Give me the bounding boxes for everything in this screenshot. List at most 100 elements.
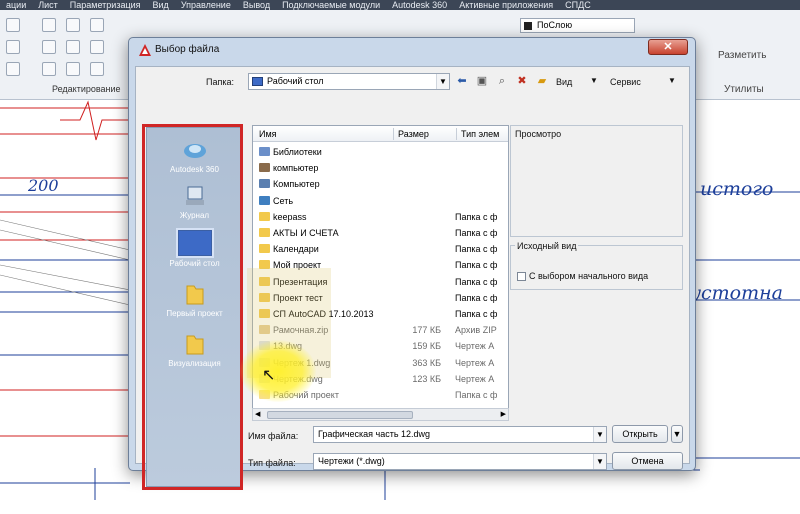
- column-type[interactable]: Тип элем: [461, 129, 499, 139]
- ribbon-tool-icon[interactable]: [6, 62, 20, 76]
- file-name: Компьютер: [273, 179, 320, 190]
- file-list-header: Имя Размер Тип элем: [253, 126, 508, 142]
- service-chevron-icon: ▼: [668, 76, 676, 85]
- file-row[interactable]: keepass Папка с ф: [253, 209, 508, 225]
- folder-combo[interactable]: Рабочий стол ▼: [248, 73, 450, 90]
- scroll-right-icon[interactable]: ▶: [501, 410, 506, 418]
- initial-view-checkbox[interactable]: [517, 272, 526, 281]
- service-menu-button[interactable]: Сервис: [610, 77, 641, 87]
- ribbon-tab[interactable]: Вывод: [237, 0, 276, 10]
- file-type: Папка с ф: [455, 228, 498, 238]
- ribbon-tab[interactable]: Активные приложения: [453, 0, 559, 10]
- filetype-label: Тип файла:: [248, 458, 296, 468]
- file-row[interactable]: Проект тест Папка с ф: [253, 290, 508, 306]
- folder-combo-value: Рабочий стол: [267, 76, 324, 86]
- delete-button[interactable]: ✖: [514, 73, 530, 89]
- up-folder-button[interactable]: ▣: [474, 73, 490, 89]
- filename-label: Имя файла:: [248, 431, 299, 441]
- file-size: 177 КБ: [412, 325, 441, 336]
- file-name: СП AutoCAD 17.10.2013: [273, 309, 374, 319]
- folder-icon: [259, 292, 270, 302]
- ribbon-tab[interactable]: ации: [0, 0, 32, 10]
- preview-pane: Просмотро: [510, 125, 683, 237]
- preview-label: Просмотро: [515, 129, 562, 139]
- file-row[interactable]: АКТЫ И СЧЕТА Папка с ф: [253, 225, 508, 241]
- file-row[interactable]: Презентация Папка с ф: [253, 274, 508, 290]
- file-name: АКТЫ И СЧЕТА: [273, 228, 339, 238]
- initial-view-group: Исходный вид С выбором начального вида: [510, 241, 683, 290]
- open-options-button[interactable]: ▼: [671, 425, 683, 443]
- folder-icon: [259, 228, 270, 237]
- initial-view-checkbox-label: С выбором начального вида: [529, 271, 649, 281]
- file-row[interactable]: компьютер: [253, 160, 508, 176]
- folder-icon: [259, 276, 270, 286]
- file-row[interactable]: Мой проект Папка с ф: [253, 257, 508, 273]
- scroll-left-icon[interactable]: ◀: [255, 410, 260, 418]
- ribbon-tab[interactable]: Подключаемые модули: [276, 0, 386, 10]
- dialog-title: Выбор файла: [155, 44, 220, 55]
- close-button[interactable]: ✕: [648, 39, 688, 55]
- file-list-hscrollbar[interactable]: ◀ ▶: [252, 408, 509, 421]
- dimension-200: 200: [28, 176, 59, 195]
- layer-combo[interactable]: ПоСлою: [520, 18, 635, 33]
- cursor-highlight: [240, 340, 316, 402]
- ribbon-tool-icon[interactable]: [6, 18, 20, 32]
- back-button[interactable]: ⬅: [454, 73, 470, 89]
- ribbon-tab[interactable]: Autodesk 360: [386, 0, 453, 10]
- computer-icon: [259, 179, 270, 189]
- close-icon: ✕: [663, 41, 673, 53]
- ribbon-tab[interactable]: Управление: [175, 0, 237, 10]
- initial-view-label: Исходный вид: [515, 241, 579, 251]
- new-folder-button[interactable]: ▰: [534, 73, 550, 89]
- file-name: Сеть: [273, 195, 294, 206]
- dialog-titlebar[interactable]: Выбор файла ✕: [129, 38, 695, 62]
- ribbon-group-edit-label: Редактирование: [52, 84, 121, 94]
- file-type: Папка с ф: [455, 244, 498, 255]
- file-row[interactable]: Библиотеки: [253, 144, 508, 160]
- drawing-text-2: устотна: [690, 282, 783, 304]
- file-type: Папка с ф: [455, 309, 498, 319]
- column-size[interactable]: Размер: [398, 129, 429, 139]
- file-size: 363 КБ: [412, 357, 441, 368]
- scroll-thumb[interactable]: [267, 411, 413, 419]
- ribbon-tool-icon[interactable]: [42, 62, 56, 76]
- ribbon-tool-icon[interactable]: [42, 18, 56, 32]
- file-type: Папка с ф: [455, 211, 498, 222]
- cancel-button[interactable]: Отмена: [612, 452, 683, 470]
- ribbon-tab[interactable]: СПДС: [559, 0, 597, 10]
- ribbon-tool-icon[interactable]: [90, 40, 104, 54]
- ribbon-tool-icon[interactable]: [42, 40, 56, 54]
- ribbon-tab[interactable]: Параметризация: [64, 0, 147, 10]
- column-name[interactable]: Имя: [259, 129, 277, 139]
- file-row[interactable]: Сеть: [253, 193, 508, 209]
- ribbon-tab[interactable]: Лист: [32, 0, 64, 10]
- view-menu-button[interactable]: Вид: [556, 77, 572, 87]
- ribbon-tool-icon[interactable]: [66, 40, 80, 54]
- file-name: Проект тест: [273, 292, 323, 303]
- file-type: Чертеж А: [455, 341, 495, 352]
- measure-button[interactable]: Разметить: [718, 50, 766, 61]
- file-name: Презентация: [273, 276, 328, 287]
- file-name: Мой проект: [273, 260, 322, 271]
- file-size: 159 КБ: [412, 341, 441, 352]
- filename-input[interactable]: Графическая часть 12.dwg ▼: [313, 426, 607, 443]
- network-icon: [259, 195, 270, 205]
- folder-icon: [259, 309, 270, 318]
- file-type: Чертеж А: [455, 373, 495, 384]
- ribbon-tool-icon[interactable]: [90, 62, 104, 76]
- file-name: компьютер: [273, 163, 319, 174]
- ribbon-tab[interactable]: Вид: [147, 0, 175, 10]
- file-row[interactable]: Рамочная.zip 177 КБ Архив ZIP: [253, 322, 508, 338]
- ribbon-tool-icon[interactable]: [66, 18, 80, 32]
- file-row[interactable]: СП AutoCAD 17.10.2013 Папка с ф: [253, 306, 508, 322]
- file-row[interactable]: Календари Папка с ф: [253, 241, 508, 257]
- ribbon-tool-icon[interactable]: [6, 40, 20, 54]
- search-web-button[interactable]: ⌕: [494, 73, 510, 89]
- ribbon-tool-icon[interactable]: [66, 62, 80, 76]
- file-type: Чертеж А: [455, 357, 495, 368]
- file-row[interactable]: Компьютер: [253, 176, 508, 192]
- open-button[interactable]: Открыть: [612, 425, 668, 443]
- filetype-select[interactable]: Чертежи (*.dwg) ▼: [313, 453, 607, 470]
- file-size: 123 КБ: [412, 373, 441, 384]
- ribbon-tool-icon[interactable]: [90, 18, 104, 32]
